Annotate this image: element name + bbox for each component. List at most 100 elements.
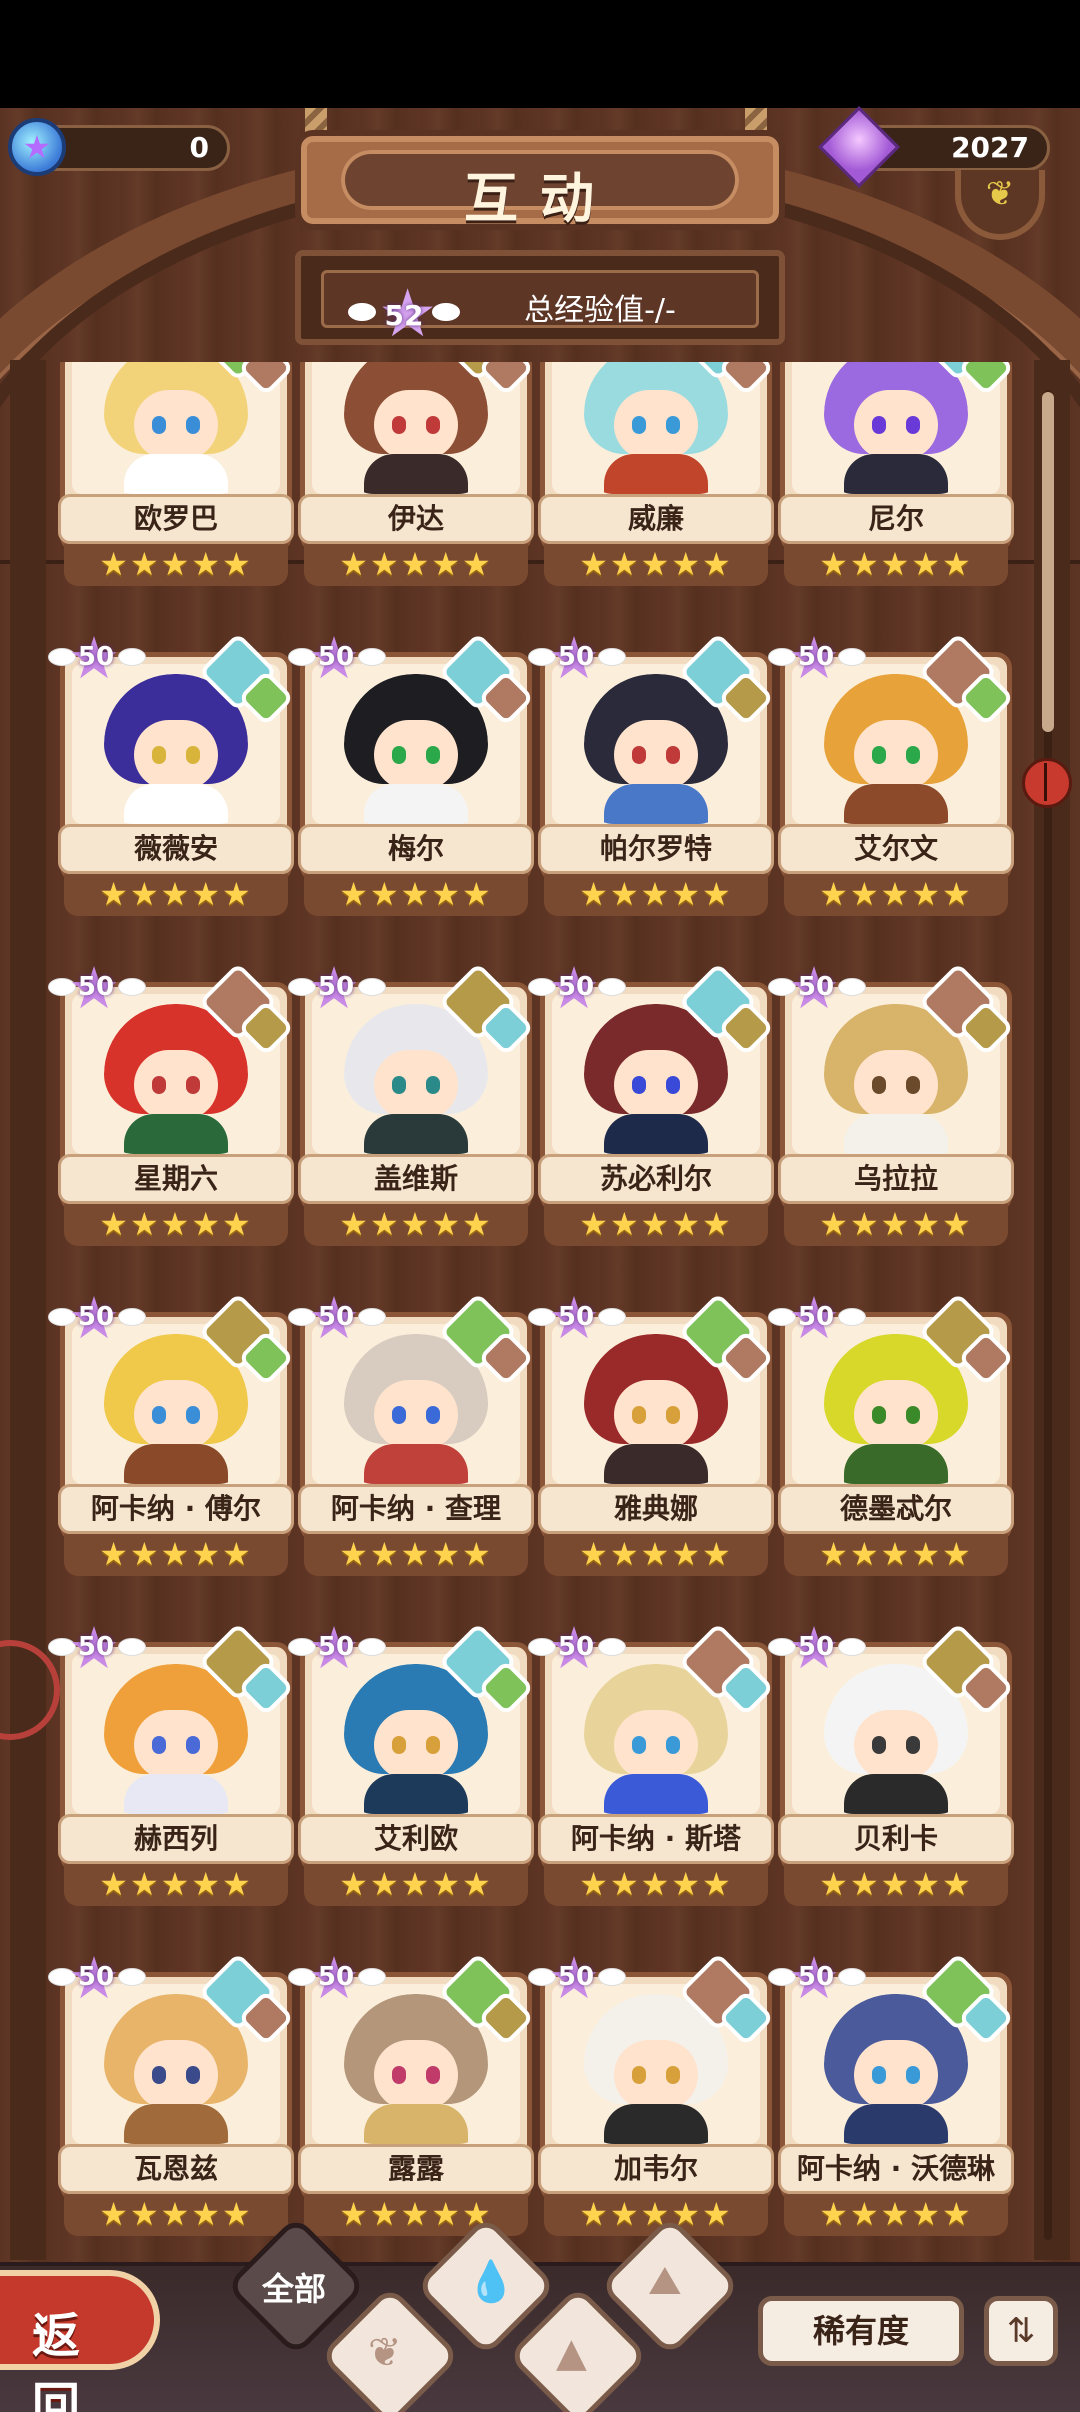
star-rating: ★★★★★ [784, 1864, 1008, 1906]
character-card[interactable]: 赫西列 ★★★★★ ★ 50 [48, 1618, 295, 1906]
portrait-face [614, 1050, 698, 1120]
character-name: 欧罗巴 [133, 502, 218, 535]
level-badge: ★ 50 [768, 628, 866, 688]
character-card[interactable]: 阿卡纳 · 查理 ★★★★★ ★ 50 [288, 1288, 535, 1576]
character-card[interactable]: 露露 ★★★★★ ★ 50 [288, 1948, 535, 2236]
character-card[interactable]: 苏必利尔 ★★★★★ ★ 50 [528, 958, 775, 1246]
portrait-face [134, 1380, 218, 1450]
level-badge: ★ 50 [768, 1618, 866, 1678]
rarity-sort-button[interactable]: 稀有度 [758, 2296, 964, 2366]
character-card[interactable]: 阿卡纳 · 斯塔 ★★★★★ ★ 50 [528, 1618, 775, 1906]
level-badge: ★ 50 [48, 1618, 146, 1678]
character-card[interactable]: 盖维斯 ★★★★★ ★ 50 [288, 958, 535, 1246]
rarity-sort-label: 稀有度 [812, 2312, 909, 2350]
portrait-face [374, 2040, 458, 2110]
star-rating: ★★★★★ [64, 1204, 288, 1246]
character-card[interactable]: 艾尔文 ★★★★★ ★ 50 [768, 628, 1015, 916]
character-name: 尼尔 [867, 502, 924, 535]
portrait-outfit [604, 454, 708, 494]
star-rating-value: ★★★★★ [99, 2195, 253, 2233]
character-card[interactable]: 威廉 ★★★★★ ★ 50 [538, 362, 775, 586]
star-rating-value: ★★★★★ [819, 2195, 973, 2233]
character-name-ribbon: 尼尔 [778, 494, 1014, 544]
character-portrait [104, 362, 248, 494]
character-level: 50 [77, 1302, 115, 1332]
character-name-ribbon: 德墨忒尔 [778, 1484, 1014, 1534]
character-name-ribbon: 帕尔罗特 [538, 824, 774, 874]
character-card[interactable]: 欧罗巴 ★★★★★ ★ 50 [58, 362, 295, 586]
character-card[interactable]: 梅尔 ★★★★★ ★ 50 [288, 628, 535, 916]
character-card[interactable]: 德墨忒尔 ★★★★★ ★ 50 [768, 1288, 1015, 1576]
star-rating: ★★★★★ [544, 1864, 768, 1906]
star-rating: ★★★★★ [784, 1204, 1008, 1246]
total-exp-label: 总经验值-/- [524, 293, 676, 328]
star-rating-value: ★★★★★ [819, 1865, 973, 1903]
character-name: 瓦恩兹 [133, 2152, 218, 2185]
portrait-outfit [364, 1444, 468, 1484]
character-name: 雅典娜 [613, 1492, 698, 1525]
character-card[interactable]: 尼尔 ★★★★★ ★ 50 [778, 362, 1015, 586]
character-level: 50 [557, 1632, 595, 1662]
portrait-outfit [124, 1444, 228, 1484]
back-button[interactable]: ‹ 返回 [0, 2270, 160, 2412]
portrait-outfit [124, 2104, 228, 2144]
character-name: 露露 [387, 2152, 444, 2185]
character-portrait [584, 362, 728, 494]
star-rating-value: ★★★★★ [819, 1535, 973, 1573]
portrait-face [854, 2040, 938, 2110]
character-card[interactable]: 贝利卡 ★★★★★ ★ 50 [768, 1618, 1015, 1906]
level-badge: ★ 50 [768, 958, 866, 1018]
character-card[interactable]: 艾利欧 ★★★★★ ★ 50 [288, 1618, 535, 1906]
character-name: 贝利卡 [853, 1822, 938, 1855]
portrait-outfit [604, 1444, 708, 1484]
character-card[interactable]: 雅典娜 ★★★★★ ★ 50 [528, 1288, 775, 1576]
sort-icon: ⇅ [1006, 2311, 1036, 2351]
star-currency-value: 0 [189, 131, 209, 164]
portrait-outfit [844, 1444, 948, 1484]
star-rating-value: ★★★★★ [99, 1535, 253, 1573]
star-rating: ★★★★★ [304, 1534, 528, 1576]
star-rating-value: ★★★★★ [579, 545, 733, 583]
character-portrait [824, 362, 968, 494]
character-card[interactable]: 阿卡纳 · 傅尔 ★★★★★ ★ 50 [48, 1288, 295, 1576]
character-name: 加韦尔 [613, 2152, 698, 2185]
character-card[interactable]: 乌拉拉 ★★★★★ ★ 50 [768, 958, 1015, 1246]
portrait-face [374, 1380, 458, 1450]
star-rating-value: ★★★★★ [579, 1865, 733, 1903]
sort-order-button[interactable]: ⇅ [984, 2296, 1058, 2366]
portrait-outfit [844, 1114, 948, 1154]
character-level: 50 [77, 1632, 115, 1662]
character-level: 50 [77, 1962, 115, 1992]
star-rating-value: ★★★★★ [339, 2195, 493, 2233]
portrait-outfit [604, 784, 708, 824]
character-name: 阿卡纳 · 沃德琳 [796, 2152, 996, 2185]
star-rating-value: ★★★★★ [339, 1205, 493, 1243]
character-card[interactable]: 薇薇安 ★★★★★ ★ 50 [48, 628, 295, 916]
scrollbar-thumb[interactable] [1042, 392, 1054, 732]
character-card[interactable]: 帕尔罗特 ★★★★★ ★ 50 [528, 628, 775, 916]
portrait-face [374, 390, 458, 460]
star-rating: ★★★★★ [64, 1534, 288, 1576]
portrait-face [134, 1710, 218, 1780]
level-badge: ★ 50 [48, 1288, 146, 1348]
character-card[interactable]: 星期六 ★★★★★ ★ 50 [48, 958, 295, 1246]
character-level: 50 [557, 972, 595, 1002]
character-card[interactable]: 伊达 ★★★★★ ★ 50 [298, 362, 535, 586]
character-card[interactable]: 阿卡纳 · 沃德琳 ★★★★★ ★ 50 [768, 1948, 1015, 2236]
star-gem-icon: ★ [8, 118, 66, 176]
portrait-face [854, 390, 938, 460]
character-level: 50 [557, 1962, 595, 1992]
character-level: 50 [317, 1632, 355, 1662]
portrait-outfit [124, 1114, 228, 1154]
character-level: 50 [77, 972, 115, 1002]
character-card[interactable]: 加韦尔 ★★★★★ ★ 50 [528, 1948, 775, 2236]
portrait-outfit [364, 784, 468, 824]
portrait-outfit [844, 784, 948, 824]
sprout-icon: ❦ [368, 2330, 402, 2376]
level-badge: ★ 50 [48, 628, 146, 688]
star-rating: ★★★★★ [784, 1534, 1008, 1576]
character-card[interactable]: 瓦恩兹 ★★★★★ ★ 50 [48, 1948, 295, 2236]
character-level: 50 [797, 642, 835, 672]
star-rating: ★★★★★ [544, 544, 768, 586]
total-exp-bar: ★ 52 总经验值-/- [295, 250, 785, 349]
